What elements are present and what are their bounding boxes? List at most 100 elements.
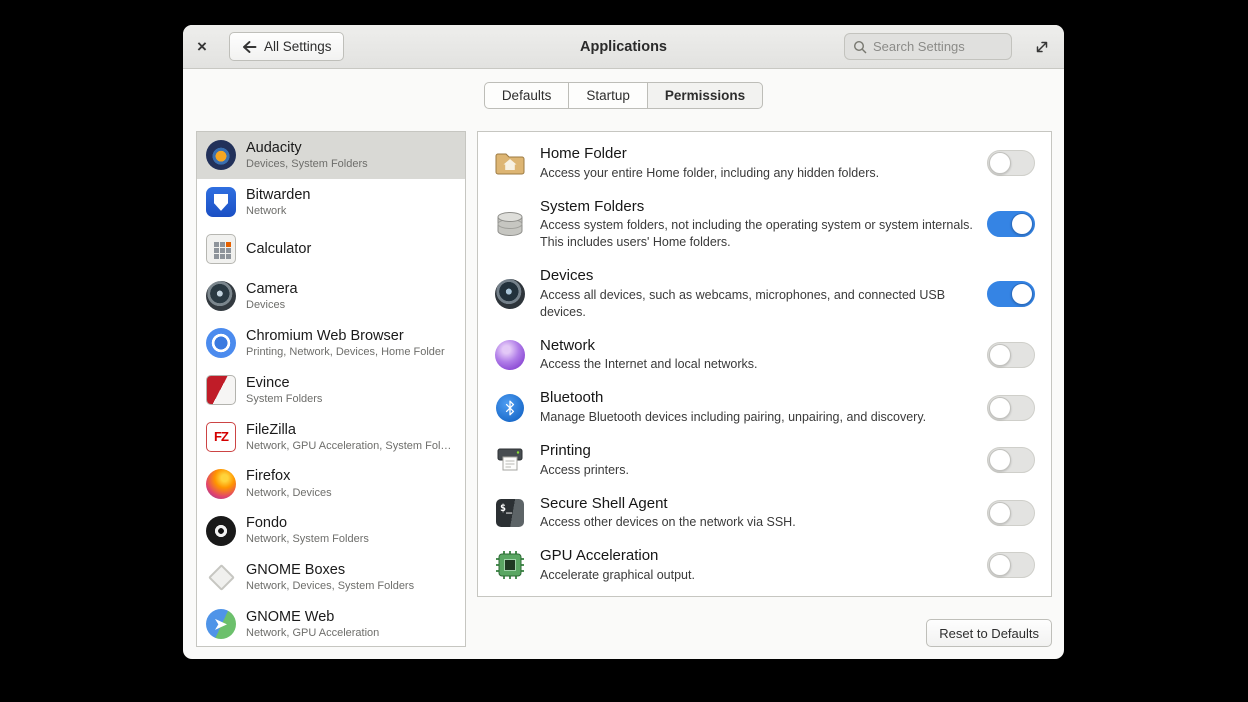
system-folders-icon: [494, 208, 526, 240]
app-name: Camera: [246, 280, 456, 298]
permission-row-ssh: Secure Shell Agent Access other devices …: [478, 487, 1051, 540]
sidebar-item-evince[interactable]: Evince System Folders: [197, 366, 465, 413]
calculator-icon: [206, 234, 236, 264]
home-folder-toggle[interactable]: [987, 150, 1035, 176]
bitwarden-icon: [206, 187, 236, 217]
app-name: Calculator: [246, 240, 456, 258]
app-name: GNOME Web: [246, 608, 456, 626]
permission-description: Access your entire Home folder, includin…: [540, 165, 973, 182]
settings-window: × All Settings Applications Defaults Sta…: [183, 25, 1064, 659]
app-name: Fondo: [246, 514, 456, 532]
permission-title: Network: [540, 337, 973, 356]
permission-title: Secure Shell Agent: [540, 495, 973, 514]
sidebar-item-bitwarden[interactable]: Bitwarden Network: [197, 179, 465, 226]
app-name: Chromium Web Browser: [246, 327, 456, 345]
gnome-boxes-icon: [206, 562, 236, 592]
permission-row-network: Network Access the Internet and local ne…: [478, 329, 1051, 382]
sidebar-item-firefox[interactable]: Firefox Network, Devices: [197, 460, 465, 507]
network-toggle[interactable]: [987, 342, 1035, 368]
permission-row-home-folder: Home Folder Access your entire Home fold…: [478, 137, 1051, 190]
reset-to-defaults-button[interactable]: Reset to Defaults: [926, 619, 1052, 647]
gpu-toggle[interactable]: [987, 552, 1035, 578]
permission-title: GPU Acceleration: [540, 547, 973, 566]
sidebar-item-calculator[interactable]: Calculator: [197, 226, 465, 273]
ssh-toggle[interactable]: [987, 500, 1035, 526]
app-name: Audacity: [246, 139, 456, 157]
bluetooth-toggle[interactable]: [987, 395, 1035, 421]
permission-title: Home Folder: [540, 145, 973, 164]
sidebar-item-audacity[interactable]: Audacity Devices, System Folders: [197, 132, 465, 179]
permission-description: Access all devices, such as webcams, mic…: [540, 287, 973, 321]
permission-row-system-folders: System Folders Access system folders, no…: [478, 190, 1051, 260]
all-settings-button[interactable]: All Settings: [229, 32, 345, 61]
app-name: Firefox: [246, 467, 456, 485]
view-switcher: Defaults Startup Permissions: [183, 82, 1064, 109]
tab-defaults[interactable]: Defaults: [484, 82, 570, 109]
app-permissions-summary: System Folders: [246, 392, 456, 406]
permission-description: Access printers.: [540, 462, 973, 479]
permission-title: Bluetooth: [540, 389, 973, 408]
permission-row-devices: Devices Access all devices, such as webc…: [478, 259, 1051, 329]
permission-title: Printing: [540, 442, 973, 461]
system-folders-toggle[interactable]: [987, 211, 1035, 237]
toggle-knob: [989, 502, 1011, 524]
app-name: GNOME Boxes: [246, 561, 456, 579]
printing-icon: [494, 444, 526, 476]
titlebar: × All Settings Applications: [183, 25, 1064, 69]
permission-title: Devices: [540, 267, 973, 286]
permission-description: Manage Bluetooth devices including pairi…: [540, 409, 973, 426]
sidebar-item-camera[interactable]: Camera Devices: [197, 273, 465, 320]
app-name: FileZilla: [246, 421, 456, 439]
permission-row-printing: Printing Access printers.: [478, 434, 1051, 487]
tab-startup[interactable]: Startup: [568, 82, 648, 109]
devices-icon: [495, 279, 525, 309]
app-permissions-summary: Network, Devices: [246, 486, 456, 500]
bluetooth-icon: [496, 394, 524, 422]
permission-row-bluetooth: Bluetooth Manage Bluetooth devices inclu…: [478, 381, 1051, 434]
ssh-icon: [496, 499, 524, 527]
expand-icon[interactable]: [1034, 39, 1050, 55]
search-input[interactable]: [873, 39, 1003, 54]
gnome-web-icon: [206, 609, 236, 639]
app-permissions-summary: Network, GPU Acceleration: [246, 626, 456, 640]
sidebar-item-filezilla[interactable]: FileZilla Network, GPU Acceleration, Sys…: [197, 413, 465, 460]
permission-title: System Folders: [540, 198, 973, 217]
tab-permissions[interactable]: Permissions: [647, 82, 763, 109]
permission-description: Accelerate graphical output.: [540, 567, 973, 584]
filezilla-icon: [206, 422, 236, 452]
printing-toggle[interactable]: [987, 447, 1035, 473]
sidebar-item-gnome-boxes[interactable]: GNOME Boxes Network, Devices, System Fol…: [197, 554, 465, 601]
back-arrow-icon: [242, 40, 257, 54]
app-permissions-summary: Printing, Network, Devices, Home Folder: [246, 345, 456, 359]
permission-description: Access other devices on the network via …: [540, 514, 973, 531]
search-box[interactable]: [844, 33, 1012, 60]
permission-description: Access the Internet and local networks.: [540, 356, 973, 373]
close-icon[interactable]: ×: [197, 38, 207, 55]
chromium-icon: [206, 328, 236, 358]
devices-toggle[interactable]: [987, 281, 1035, 307]
toggle-knob: [989, 397, 1011, 419]
sidebar-item-chromium[interactable]: Chromium Web Browser Printing, Network, …: [197, 320, 465, 367]
toggle-knob: [1011, 283, 1033, 305]
permission-row-gpu: GPU Acceleration Accelerate graphical ou…: [478, 539, 1051, 592]
home-folder-icon: [494, 147, 526, 179]
toggle-knob: [1011, 213, 1033, 235]
app-permissions-summary: Devices, System Folders: [246, 157, 456, 171]
app-name: Evince: [246, 374, 456, 392]
all-settings-label: All Settings: [264, 39, 332, 54]
firefox-icon: [206, 469, 236, 499]
sidebar-item-gnome-web[interactable]: GNOME Web Network, GPU Acceleration: [197, 601, 465, 647]
search-icon: [853, 40, 867, 54]
evince-icon: [206, 375, 236, 405]
toggle-knob: [989, 554, 1011, 576]
toggle-knob: [989, 344, 1011, 366]
audacity-icon: [206, 140, 236, 170]
app-permissions-summary: Network, GPU Acceleration, System Folder…: [246, 439, 456, 453]
fondo-icon: [206, 516, 236, 546]
app-permissions-summary: Network, System Folders: [246, 532, 456, 546]
app-list: Audacity Devices, System Folders Bitward…: [196, 131, 466, 647]
permission-description: Access system folders, not including the…: [540, 217, 973, 251]
sidebar-item-fondo[interactable]: Fondo Network, System Folders: [197, 507, 465, 554]
app-permissions-summary: Devices: [246, 298, 456, 312]
toggle-knob: [989, 449, 1011, 471]
